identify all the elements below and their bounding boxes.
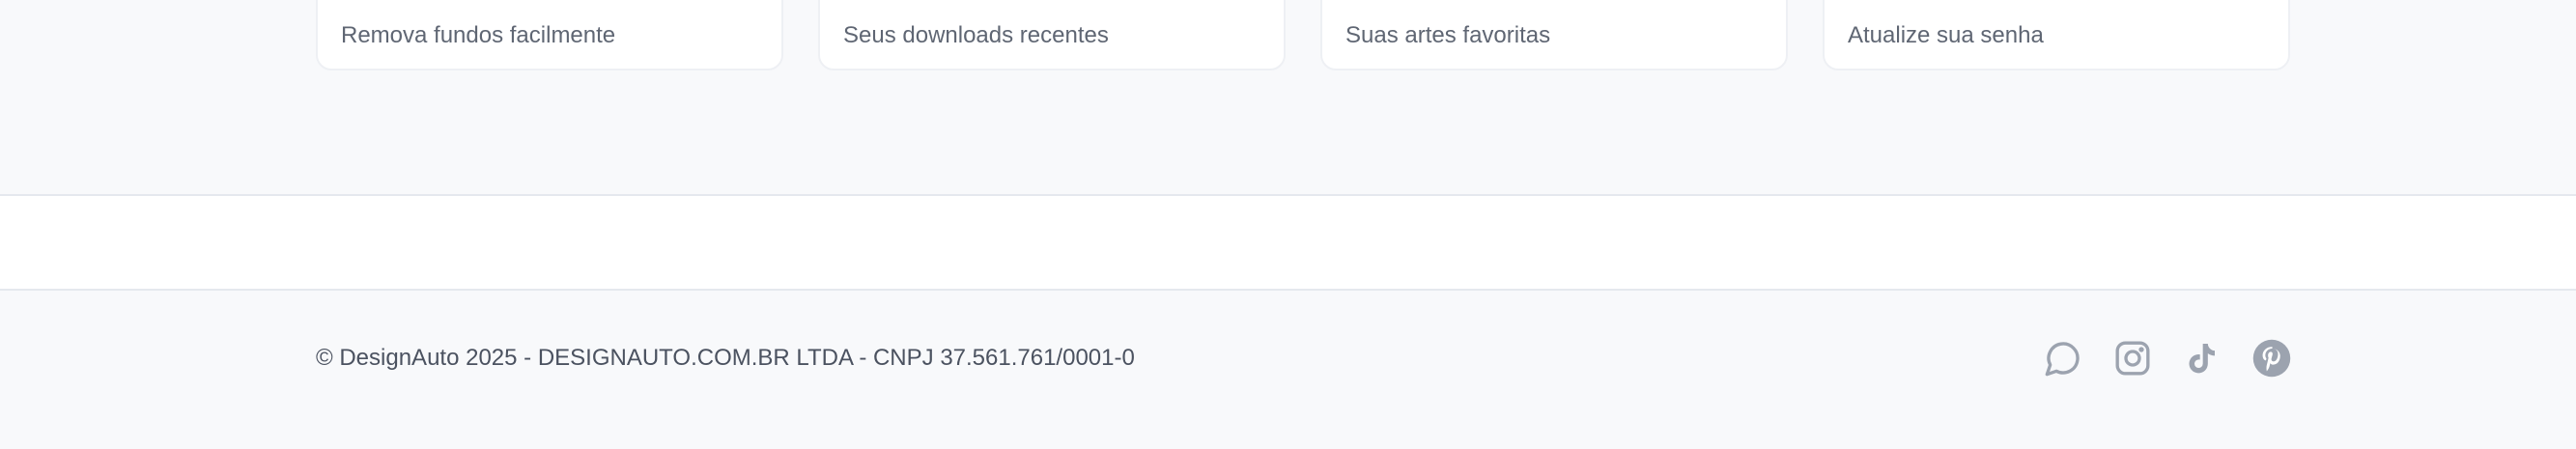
card-description: Remova fundos facilmente <box>341 22 616 48</box>
card-description: Atualize sua senha <box>1848 22 2044 48</box>
card-favorites[interactable]: Suas artes favoritas <box>1320 0 1788 70</box>
card-password[interactable]: Atualize sua senha <box>1823 0 2290 70</box>
divider-band <box>0 196 2576 291</box>
quick-links-section: Remova fundos facilmente Seus downloads … <box>0 0 2576 196</box>
social-links <box>2043 338 2292 379</box>
card-description: Suas artes favoritas <box>1345 22 1551 48</box>
chat-icon[interactable] <box>2043 338 2083 379</box>
card-downloads[interactable]: Seus downloads recentes <box>818 0 1286 70</box>
card-remove-background[interactable]: Remova fundos facilmente <box>316 0 783 70</box>
page: Remova fundos facilmente Seus downloads … <box>0 0 2576 449</box>
pinterest-icon[interactable] <box>2251 338 2292 379</box>
copyright-text: © DesignAuto 2025 - DESIGNAUTO.COM.BR LT… <box>316 345 1135 371</box>
instagram-icon[interactable] <box>2112 338 2153 379</box>
card-description: Seus downloads recentes <box>843 22 1109 48</box>
tiktok-icon[interactable] <box>2182 338 2222 379</box>
footer: © DesignAuto 2025 - DESIGNAUTO.COM.BR LT… <box>0 291 2576 449</box>
